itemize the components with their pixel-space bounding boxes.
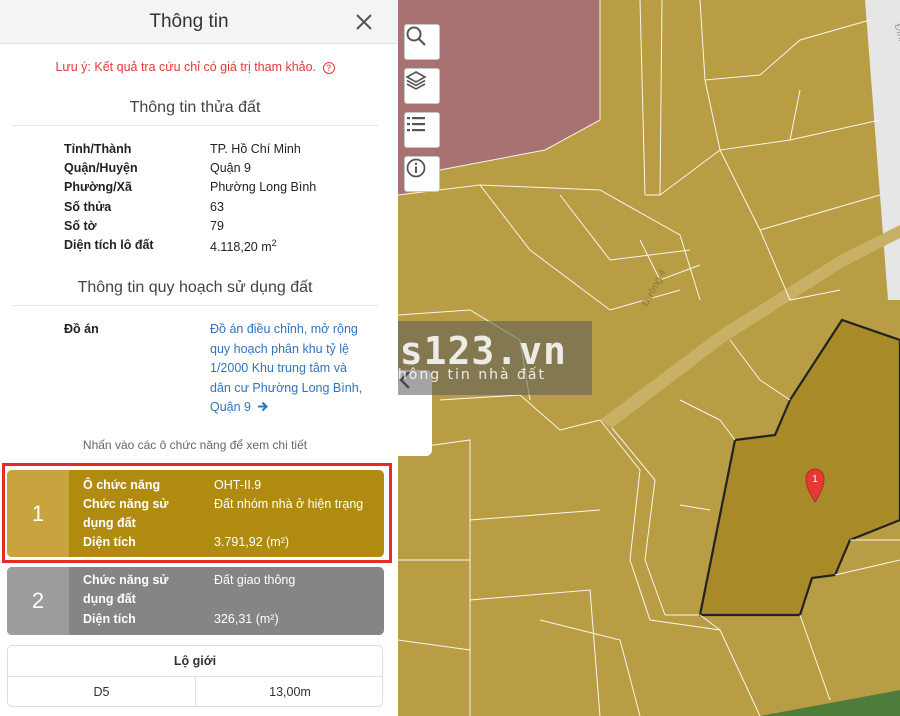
zone-card-1[interactable]: 1 Ô chức năng OHT-II.9 Chức năng sử dụng… [7, 470, 384, 557]
zone-value: Đất giao thông [214, 573, 296, 587]
list-icon [407, 117, 425, 132]
panel-title: Thông tin [149, 11, 229, 32]
close-icon [356, 14, 372, 30]
disclaimer-note: Lưu ý: Kết quả tra cứu chỉ có giá trị th… [0, 60, 390, 74]
parcel-row-area: Diện tích lô đất 4.118,20 m2 [64, 238, 384, 257]
zone-value: OHT-II.9 [214, 478, 262, 492]
zone-number: 2 [7, 567, 69, 635]
map-info-button[interactable] [404, 156, 440, 192]
parcel-label: Số thửa [64, 200, 112, 214]
zone-value: 326,31 (m²) [214, 612, 279, 626]
zone-number: 1 [7, 470, 69, 557]
arrow-right-icon [257, 401, 268, 412]
setback-width: 13,00m [269, 685, 311, 699]
parcel-label: Số tờ [64, 219, 97, 233]
zone-label: Ô chức năng [83, 478, 161, 492]
parcel-value: 4.118,20 m2 [210, 238, 277, 254]
marker-label: 1 [812, 474, 818, 485]
area-unit-sup: 2 [271, 238, 277, 248]
parcel-row-sheet-number: Số tờ 79 [64, 219, 384, 238]
zone-value: Đất nhóm nhà ở hiện trạng [214, 497, 364, 511]
search-icon [406, 26, 426, 46]
parcel-label: Tỉnh/Thành [64, 142, 132, 156]
parcel-row-ward: Phường/Xã Phường Long Bình [64, 180, 384, 199]
planning-section-title: Thông tin quy hoạch sử dụng đất [77, 279, 313, 296]
help-icon[interactable]: ? [322, 61, 335, 74]
info-icon [406, 158, 426, 178]
parcel-value: 63 [210, 200, 224, 214]
zone-value: 3.791,92 (m²) [214, 535, 290, 549]
parcel-label: Phường/Xã [64, 180, 132, 194]
setback-title: Lộ giới [8, 646, 382, 677]
hint-text: Nhấn vào các ô chức năng để xem chi tiết [82, 438, 308, 452]
parcel-value: 79 [210, 219, 224, 233]
zone-label: Chức năng sử dụng đất [83, 497, 169, 530]
disclaimer-text: Lưu ý: Kết quả tra cứu chỉ có giá trị th… [55, 60, 317, 74]
zone-label: Diện tích [83, 535, 136, 549]
plan-label: Đồ án [64, 322, 99, 336]
map-list-button[interactable] [404, 112, 440, 148]
parcel-row-parcel-number: Số thửa 63 [64, 200, 384, 219]
plan-link-text[interactable]: Đồ án điều chỉnh, mở rộng quy hoạch phân… [210, 322, 362, 414]
plan-link[interactable]: Đồ án điều chỉnh, mở rộng quy hoạch phân… [210, 320, 370, 418]
map-search-button[interactable] [404, 24, 440, 60]
layers-icon [405, 71, 427, 90]
parcel-label: Diện tích lô đất [64, 238, 154, 252]
zone-label: Diện tích [83, 612, 136, 626]
map-layers-button[interactable] [404, 68, 440, 104]
parcel-label: Quận/Huyện [64, 161, 138, 175]
zone-label: Chức năng sử dụng đất [83, 573, 169, 606]
setback-road: D5 [8, 677, 196, 706]
parcel-section-title: Thông tin thửa đất [129, 99, 261, 116]
parcel-row-province: Tỉnh/Thành TP. Hồ Chí Minh [64, 142, 384, 161]
zone-card-2[interactable]: 2 Chức năng sử dụng đất Đất giao thông D… [7, 567, 384, 635]
parcel-value: Phường Long Bình [210, 180, 317, 194]
divider [12, 125, 378, 126]
setback-table: Lộ giới D5 13,00m [7, 645, 383, 707]
panel-header: Thông tin [0, 0, 398, 44]
parcel-row-district: Quận/Huyện Quận 9 [64, 161, 384, 180]
area-value: 4.118,20 m [210, 240, 272, 255]
divider [12, 305, 378, 306]
close-button[interactable] [352, 10, 376, 34]
parcel-value: TP. Hồ Chí Minh [210, 142, 301, 156]
info-panel: Thông tin Lưu ý: Kết quả tra cứu chỉ có … [0, 0, 398, 716]
parcel-value: Quận 9 [210, 161, 252, 175]
